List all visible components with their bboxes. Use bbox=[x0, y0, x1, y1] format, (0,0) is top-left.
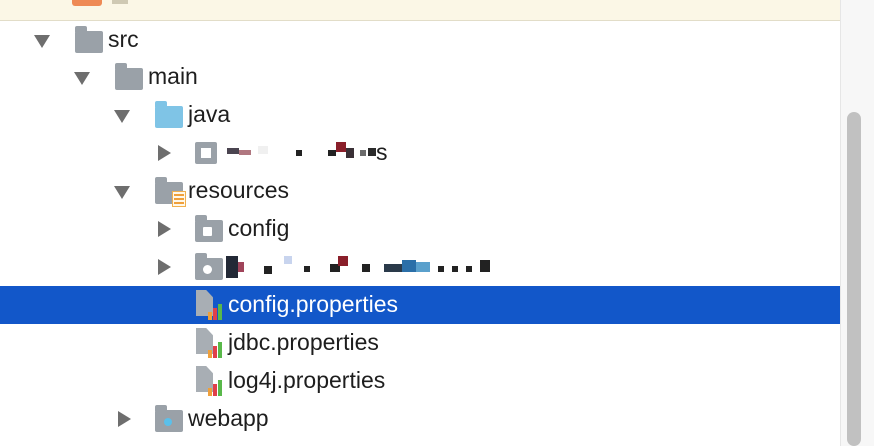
folder-icon bbox=[195, 253, 223, 280]
redaction-block bbox=[258, 146, 268, 154]
redaction-block bbox=[402, 260, 416, 272]
redaction-block bbox=[239, 150, 251, 155]
redaction-block bbox=[416, 262, 430, 272]
resources-folder-icon bbox=[155, 177, 186, 207]
chevron-right-icon[interactable] bbox=[118, 411, 131, 427]
vertical-scrollbar[interactable] bbox=[840, 0, 874, 446]
tree-node-label: s bbox=[376, 139, 388, 165]
tab-fragment bbox=[72, 0, 102, 6]
tree-node-config[interactable]: config bbox=[0, 210, 840, 248]
tree-node-resources[interactable]: resources bbox=[0, 172, 840, 210]
redaction-block bbox=[466, 266, 472, 272]
chevron-right-icon[interactable] bbox=[158, 145, 171, 161]
source-folder-icon bbox=[155, 101, 183, 128]
tree-node-label: resources bbox=[188, 177, 289, 203]
redaction-block bbox=[438, 266, 444, 272]
tab-fragment bbox=[112, 0, 128, 4]
folder-icon bbox=[115, 63, 143, 90]
redaction-block bbox=[284, 256, 292, 264]
tree-node-log4j-properties[interactable]: log4j.properties bbox=[0, 362, 840, 400]
tree-node-src[interactable]: src bbox=[0, 21, 840, 59]
web-folder-icon bbox=[155, 405, 183, 432]
folder-icon bbox=[195, 215, 223, 242]
redaction-block bbox=[264, 266, 272, 274]
tree-node-label: log4j.properties bbox=[228, 367, 386, 393]
redaction-block bbox=[384, 264, 402, 272]
tree-node-main[interactable]: main bbox=[0, 58, 840, 96]
tree-node-jdbc-properties[interactable]: jdbc.properties bbox=[0, 324, 840, 362]
chevron-down-icon[interactable] bbox=[114, 186, 130, 199]
properties-file-icon bbox=[196, 328, 222, 358]
chevron-down-icon[interactable] bbox=[74, 72, 90, 85]
properties-file-icon bbox=[196, 366, 222, 396]
redaction-block bbox=[368, 148, 376, 156]
redaction-block bbox=[360, 150, 366, 156]
redaction-block bbox=[304, 266, 310, 272]
tree-node-package[interactable]: s bbox=[0, 134, 840, 172]
redaction-block bbox=[346, 148, 354, 158]
tree-node-label: jdbc.properties bbox=[228, 329, 379, 355]
editor-tab-strip bbox=[0, 0, 874, 21]
project-tree: src main java s resources config config.… bbox=[0, 20, 840, 446]
chevron-down-icon[interactable] bbox=[34, 35, 50, 48]
redaction-block bbox=[296, 150, 302, 156]
tree-node-label: webapp bbox=[188, 405, 269, 431]
redaction-block bbox=[338, 256, 348, 266]
folder-icon bbox=[75, 26, 103, 53]
tree-node-config-properties[interactable]: config.properties bbox=[0, 286, 840, 324]
scrollbar-thumb[interactable] bbox=[847, 112, 861, 446]
redaction-block bbox=[336, 142, 346, 152]
tree-node-java[interactable]: java bbox=[0, 96, 840, 134]
redaction-block bbox=[480, 260, 490, 272]
redaction-block bbox=[328, 150, 336, 156]
tree-node-webapp[interactable]: webapp bbox=[0, 400, 840, 438]
chevron-right-icon[interactable] bbox=[158, 259, 171, 275]
tree-node-label: config.properties bbox=[228, 291, 399, 317]
tree-node-label: src bbox=[108, 26, 139, 52]
tree-node-label: main bbox=[148, 63, 198, 89]
chevron-right-icon[interactable] bbox=[158, 221, 171, 237]
properties-file-icon bbox=[196, 290, 222, 320]
redaction-block bbox=[362, 264, 370, 272]
redaction-block bbox=[227, 148, 239, 154]
package-icon bbox=[195, 142, 217, 164]
redaction-block bbox=[238, 262, 244, 272]
tree-node-label: config bbox=[228, 215, 290, 241]
tree-node-folder[interactable] bbox=[0, 248, 840, 286]
chevron-down-icon[interactable] bbox=[114, 110, 130, 123]
redaction-block bbox=[452, 266, 458, 272]
tree-node-label: java bbox=[188, 101, 231, 127]
redaction-block bbox=[226, 256, 238, 278]
